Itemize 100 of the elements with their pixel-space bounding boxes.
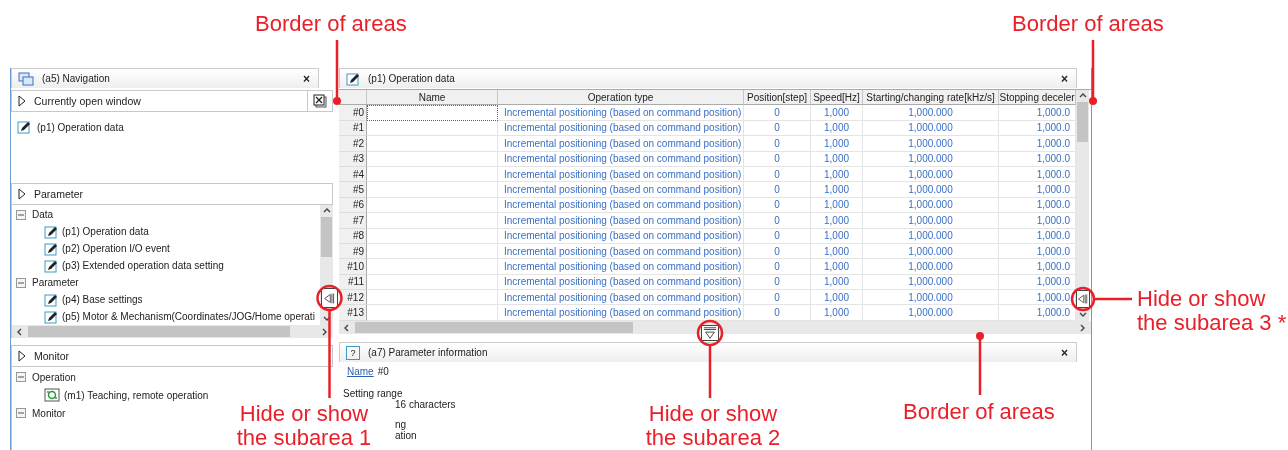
scroll-down-icon[interactable] [322,315,331,323]
scroll-right-icon[interactable] [321,327,329,336]
row-header[interactable]: #13 [339,305,367,321]
operation-data-tab[interactable]: (p1) Operation data × [339,68,1077,88]
table-cell: 0 [744,151,811,167]
row-header[interactable]: #12 [339,290,367,306]
expand-arrow-icon[interactable] [18,188,26,200]
scroll-thumb[interactable] [321,217,332,257]
table-cell: Incremental positioning (based on command position) [498,197,744,214]
row-header[interactable]: #7 [339,213,367,229]
table-cell: 0 [744,136,811,152]
hide-subarea-1-button[interactable] [321,288,338,308]
edit-icon [44,292,58,307]
collapse-icon[interactable] [16,209,26,220]
table-cell: 1,000 [811,305,863,321]
callout-label: Hide or show the subarea 1 [235,402,373,450]
table-cell: Incremental positioning (based on command position) [498,151,744,167]
table-cell: Incremental positioning (based on command position) [498,120,744,137]
tree-item[interactable]: (p5) Motor & Mechanism(Coordinates/JOG/Home operati [62,311,315,322]
scroll-thumb[interactable] [28,326,290,337]
scroll-right-icon[interactable] [1079,323,1087,332]
highlight-circle [696,319,724,347]
table-cell: 0 [744,166,811,183]
collapse-icon[interactable] [16,372,26,382]
leader-line [333,40,341,105]
section-header[interactable]: Monitor [11,345,333,367]
scroll-left-icon[interactable] [16,327,24,336]
scroll-down-icon[interactable] [1078,311,1087,319]
scroll-thumb[interactable] [1077,102,1088,142]
row-header[interactable]: #2 [339,136,367,152]
table-cell: 0 [744,197,811,214]
table-cell: 1,000.000 [863,290,999,306]
tree-group[interactable]: Parameter [32,277,79,288]
scroll-up-icon[interactable] [1078,92,1087,100]
close-button[interactable]: × [1061,71,1068,86]
table-cell: 1,000 [811,213,863,229]
parameter-information-tab[interactable]: ? (a7) Parameter information × [339,342,1077,362]
tree-item[interactable]: (p3) Extended operation data setting [62,260,224,271]
table-cell: 0 [744,182,811,198]
table-cell: 1,000.000 [863,213,999,229]
column-header[interactable]: Starting/changing rate[kHz/s] [863,90,999,106]
tree-item[interactable]: (p4) Base settings [62,294,143,305]
edit-icon [44,224,58,239]
close-button[interactable]: × [303,71,310,86]
name-value: #0 [377,366,389,378]
table-cell: 1,000 [811,120,863,137]
callout-label: Border of areas [903,400,1055,424]
navigation-tab[interactable]: (a5) Navigation × [11,68,319,88]
info-text: ation [395,429,417,441]
table-cell: 1,000.000 [863,259,999,275]
tree-item[interactable]: (p2) Operation I/O event [62,243,170,254]
column-header[interactable]: Speed[Hz] [811,90,863,106]
table-cell: Incremental positioning (based on command position) [498,290,744,306]
tree-item[interactable]: (p1) Operation data [62,226,149,237]
table-cell: 1,000.000 [863,274,999,291]
table-cell: 0 [744,120,811,137]
close-all-icon[interactable] [313,94,327,108]
section-header[interactable]: Currently open window [11,90,333,112]
help-icon: ? [346,345,360,360]
scroll-left-icon[interactable] [343,323,351,332]
column-header[interactable]: Operation type [498,90,744,106]
tree-group[interactable]: Operation [32,371,76,383]
column-header[interactable]: Stopping deceler [999,90,1076,106]
hide-subarea-2-button[interactable] [701,325,719,341]
table-cell: 1,000 [811,228,863,244]
scroll-thumb[interactable] [355,322,633,333]
table-cell: 0 [744,105,811,121]
tree-group[interactable]: Data [32,209,54,220]
expand-arrow-icon[interactable] [18,350,26,362]
edit-icon [346,71,360,86]
table-cell: 0 [744,213,811,229]
table-cell: Incremental positioning (based on command position) [498,305,744,321]
table-cell: Incremental positioning (based on command position) [498,274,744,291]
table-cell: 1,000 [811,243,863,260]
collapse-icon[interactable] [16,277,26,288]
tree-group[interactable]: Monitor [32,407,66,419]
open-window-item[interactable]: (p1) Operation data [37,121,124,133]
name-cell[interactable] [367,105,498,121]
tree-item[interactable]: (m1) Teaching, remote operation [64,389,209,401]
info-text: ng [395,419,407,430]
row-header[interactable]: #10 [339,259,367,275]
name-link[interactable]: Name [347,366,374,378]
column-header[interactable]: Position[step] [744,90,811,106]
close-button[interactable]: × [1061,345,1068,360]
collapse-icon[interactable] [16,408,26,418]
edit-icon [44,241,58,256]
table-cell: 1,000 [811,290,863,306]
row-header[interactable]: #0 [339,105,367,121]
table-cell: 1,000.000 [863,228,999,244]
column-header[interactable]: Name [367,90,498,106]
edit-icon [17,120,31,134]
leader-line [1089,40,1097,105]
row-header[interactable]: #5 [339,182,367,198]
section-header[interactable]: Parameter [11,183,333,205]
callout-label: Border of areas [1012,12,1164,36]
hide-subarea-3-button[interactable] [1076,290,1090,308]
expand-arrow-icon[interactable] [18,95,26,107]
callout-label: Hide or show the subarea 2 [644,402,782,450]
scroll-up-icon[interactable] [322,207,331,215]
table-cell: 0 [744,243,811,260]
